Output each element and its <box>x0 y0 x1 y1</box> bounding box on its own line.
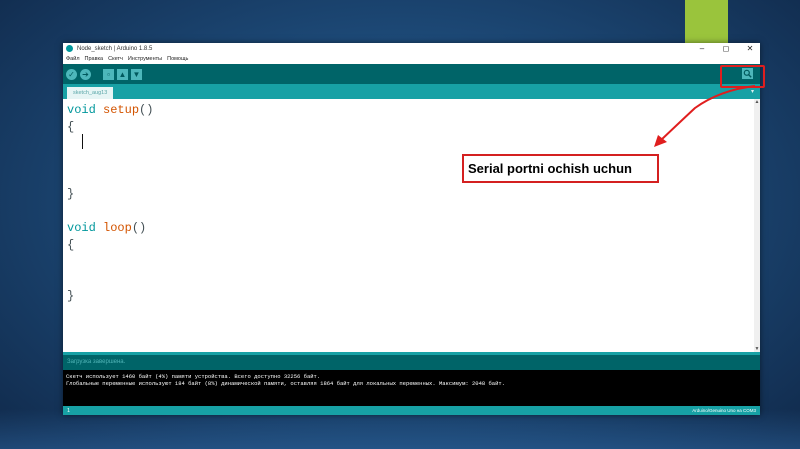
annotation-callout: Serial portni ochish uchun <box>462 154 659 183</box>
annotation-arrow <box>654 85 756 147</box>
